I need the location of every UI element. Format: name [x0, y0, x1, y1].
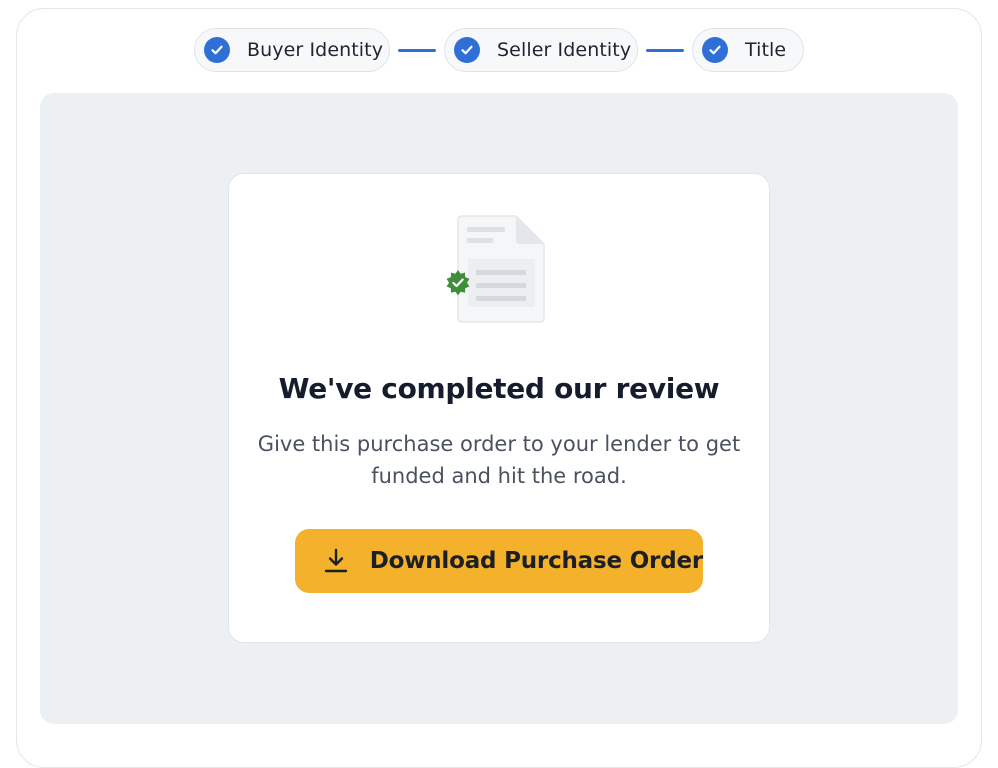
- download-button-label: Download Purchase Order: [369, 548, 703, 574]
- step-title[interactable]: Title: [692, 28, 804, 72]
- step-buyer-identity[interactable]: Buyer Identity: [194, 28, 390, 72]
- review-title: We've completed our review: [278, 372, 720, 405]
- document-verified-icon: [442, 212, 552, 328]
- download-icon: [323, 547, 350, 575]
- step-label: Buyer Identity: [247, 39, 384, 61]
- step-seller-identity[interactable]: Seller Identity: [444, 28, 638, 72]
- step-label: Title: [745, 39, 787, 61]
- step-connector: [646, 49, 684, 52]
- check-circle-icon: [204, 37, 230, 63]
- review-description: Give this purchase order to your lender …: [257, 432, 741, 488]
- check-circle-icon: [454, 37, 480, 63]
- download-purchase-order-button[interactable]: Download Purchase Order: [295, 529, 703, 593]
- progress-stepper: Buyer Identity Seller Identity Title: [0, 28, 998, 72]
- step-label: Seller Identity: [497, 39, 632, 61]
- check-circle-icon: [702, 37, 728, 63]
- step-connector: [398, 49, 436, 52]
